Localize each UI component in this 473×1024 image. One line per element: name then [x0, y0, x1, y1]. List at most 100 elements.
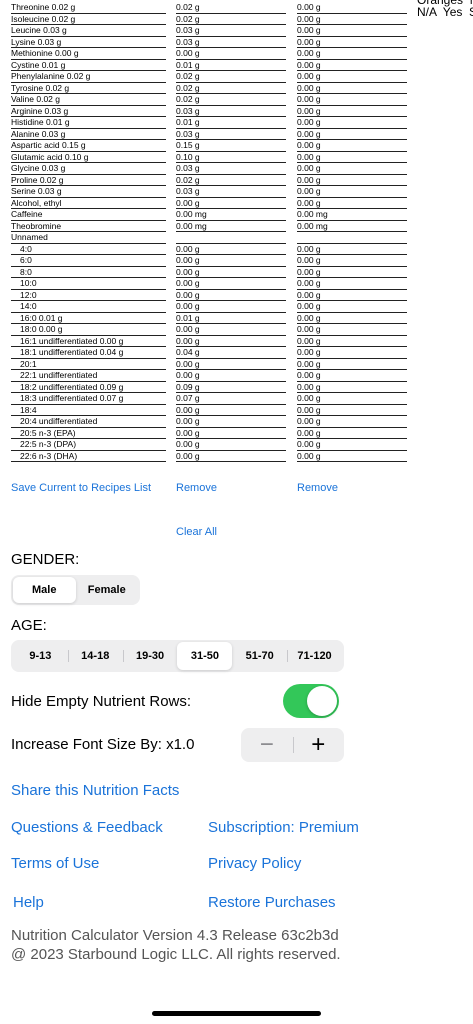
- hide-empty-rows-toggle[interactable]: [283, 684, 339, 718]
- nutrient-name: 18:1 undifferentiated 0.04 g: [11, 347, 166, 359]
- nutrient-name: Caffeine: [11, 209, 166, 221]
- home-indicator: [152, 1011, 321, 1016]
- nutrient-value-food-1: 0.00 g: [176, 324, 286, 336]
- nutrient-value-food-1: 0.00 g: [176, 255, 286, 267]
- font-size-stepper: − +: [241, 728, 344, 762]
- nutrient-value-food-2: 0.00 g: [297, 163, 407, 175]
- nutrient-value-food-2: 0.00 g: [297, 301, 407, 313]
- restore-purchases-link[interactable]: Restore Purchases: [208, 894, 336, 911]
- help-link[interactable]: Help: [13, 894, 44, 911]
- nutrient-value-food-1: 0.01 g: [176, 313, 286, 325]
- privacy-policy-link[interactable]: Privacy Policy: [208, 855, 301, 872]
- nutrient-name: Tyrosine 0.02 g: [11, 83, 166, 95]
- nutrient-name: 22:5 n-3 (DPA): [11, 439, 166, 451]
- nutrient-name: 16:0 0.01 g: [11, 313, 166, 325]
- nutrient-value-food-2: 0.00 g: [297, 198, 407, 210]
- nutrient-value-food-2: 0.00 g: [297, 370, 407, 382]
- nutrient-value-food-2: 0.00 g: [297, 244, 407, 256]
- nutrient-name: 20:4 undifferentiated: [11, 416, 166, 428]
- nutrient-value-food-2: 0.00 g: [297, 278, 407, 290]
- share-nutrition-link[interactable]: Share this Nutrition Facts: [11, 782, 179, 799]
- nutrient-value-food-2: 0.00 g: [297, 60, 407, 72]
- gender-segmented-control: Male Female: [11, 575, 140, 605]
- nutrient-value-food-1: 0.00 g: [176, 290, 286, 302]
- age-option-19-30[interactable]: 19-30: [122, 642, 178, 670]
- age-option-31-50[interactable]: 31-50: [177, 642, 233, 670]
- nutrient-value-food-1: 0.03 g: [176, 186, 286, 198]
- questions-feedback-link[interactable]: Questions & Feedback: [11, 819, 163, 836]
- nutrient-value-food-2: 0.00 g: [297, 393, 407, 405]
- increase-font-button[interactable]: +: [292, 728, 345, 762]
- nutrient-value-food-2: 0.00 mg: [297, 209, 407, 221]
- subscription-link[interactable]: Subscription: Premium: [208, 819, 359, 836]
- nutrient-value-food-2: 0.00 g: [297, 382, 407, 394]
- version-text: Nutrition Calculator Version 4.3 Release…: [11, 927, 339, 944]
- remove-food-1-link[interactable]: Remove: [176, 482, 217, 494]
- nutrient-name: 4:0: [11, 244, 166, 256]
- nutrient-value-food-2: 0.00 mg: [297, 221, 407, 233]
- compare-column-header: Oranges N N/A Yes S: [417, 0, 473, 19]
- nutrient-value-food-1: 0.01 g: [176, 117, 286, 129]
- nutrient-value-food-1: 0.02 g: [176, 83, 286, 95]
- nutrient-value-food-2: 0.00 g: [297, 175, 407, 187]
- nutrient-value-food-2: 0.00 g: [297, 117, 407, 129]
- nutrient-name: Cystine 0.01 g: [11, 60, 166, 72]
- nutrient-value-food-1: 0.02 g: [176, 71, 286, 83]
- nutrient-name: Methionine 0.00 g: [11, 48, 166, 60]
- decrease-font-button[interactable]: −: [241, 728, 293, 762]
- nutrient-value-food-2: 0.00 g: [297, 416, 407, 428]
- save-to-recipes-link[interactable]: Save Current to Recipes List: [11, 482, 151, 494]
- nutrient-value-food-1: 0.03 g: [176, 129, 286, 141]
- nutrient-value-food-1: 0.02 g: [176, 14, 286, 26]
- nutrient-value-food-1: 0.00 g: [176, 301, 286, 313]
- nutrient-value-food-2: 0.00 g: [297, 405, 407, 417]
- nutrient-value-food-2: 0.00 g: [297, 290, 407, 302]
- food-1-value-column: 0.02 g 0.02 g 0.03 g 0.03 g 0.00 g 0.01 g 0.02…: [176, 2, 286, 462]
- nutrient-name: Isoleucine 0.02 g: [11, 14, 166, 26]
- nutrient-name: Alanine 0.03 g: [11, 129, 166, 141]
- age-option-71-120[interactable]: 71-120: [287, 642, 342, 670]
- nutrient-value-food-1: 0.00 g: [176, 267, 286, 279]
- age-option-14-18[interactable]: 14-18: [67, 642, 123, 670]
- nutrient-value-food-2: 0.00 g: [297, 451, 407, 463]
- nutrient-value-food-1: 0.02 g: [176, 175, 286, 187]
- nutrient-value-food-2: 0.00 g: [297, 37, 407, 49]
- nutrient-value-food-1: 0.00 g: [176, 439, 286, 451]
- gender-label: GENDER:: [11, 551, 80, 568]
- nutrient-value-food-2: 0.00 g: [297, 140, 407, 152]
- clear-all-link[interactable]: Clear All: [176, 526, 217, 538]
- gender-option-female[interactable]: Female: [76, 577, 139, 603]
- nutrient-value-food-2: 0.00 g: [297, 186, 407, 198]
- nutrient-value-food-1: 0.01 g: [176, 60, 286, 72]
- nutrient-name: Proline 0.02 g: [11, 175, 166, 187]
- nutrient-name: 18:3 undifferentiated 0.07 g: [11, 393, 166, 405]
- age-option-51-70[interactable]: 51-70: [232, 642, 287, 670]
- nutrient-value-food-1: 0.15 g: [176, 140, 286, 152]
- nutrient-name: 14:0: [11, 301, 166, 313]
- gender-option-male[interactable]: Male: [13, 577, 76, 603]
- nutrient-value-food-2: [297, 232, 407, 244]
- nutrient-value-food-1: 0.00 g: [176, 336, 286, 348]
- age-option-9-13[interactable]: 9-13: [13, 642, 68, 670]
- nutrient-value-food-2: 0.00 g: [297, 48, 407, 60]
- nutrient-value-food-1: 0.09 g: [176, 382, 286, 394]
- nutrient-name: 22:6 n-3 (DHA): [11, 451, 166, 463]
- nutrient-name: 12:0: [11, 290, 166, 302]
- nutrient-value-food-1: 0.00 g: [176, 359, 286, 371]
- nutrient-value-food-1: 0.00 g: [176, 198, 286, 210]
- nutrient-value-food-1: 0.03 g: [176, 37, 286, 49]
- toggle-knob: [307, 686, 337, 716]
- food-2-value-column: 0.00 g 0.00 g 0.00 g 0.00 g 0.00 g 0.00 g 0.00…: [297, 2, 407, 462]
- nutrient-name: Alcohol, ethyl: [11, 198, 166, 210]
- nutrient-name: Histidine 0.01 g: [11, 117, 166, 129]
- nutrient-value-food-1: 0.07 g: [176, 393, 286, 405]
- nutrient-name: Glycine 0.03 g: [11, 163, 166, 175]
- terms-of-use-link[interactable]: Terms of Use: [11, 855, 99, 872]
- remove-food-2-link[interactable]: Remove: [297, 482, 338, 494]
- nutrient-name: Unnamed: [11, 232, 166, 244]
- nutrient-name: Serine 0.03 g: [11, 186, 166, 198]
- nutrient-value-food-1: 0.03 g: [176, 25, 286, 37]
- nutrient-name: 18:4: [11, 405, 166, 417]
- nutrient-value-food-1: 0.03 g: [176, 106, 286, 118]
- nutrient-value-food-1: 0.04 g: [176, 347, 286, 359]
